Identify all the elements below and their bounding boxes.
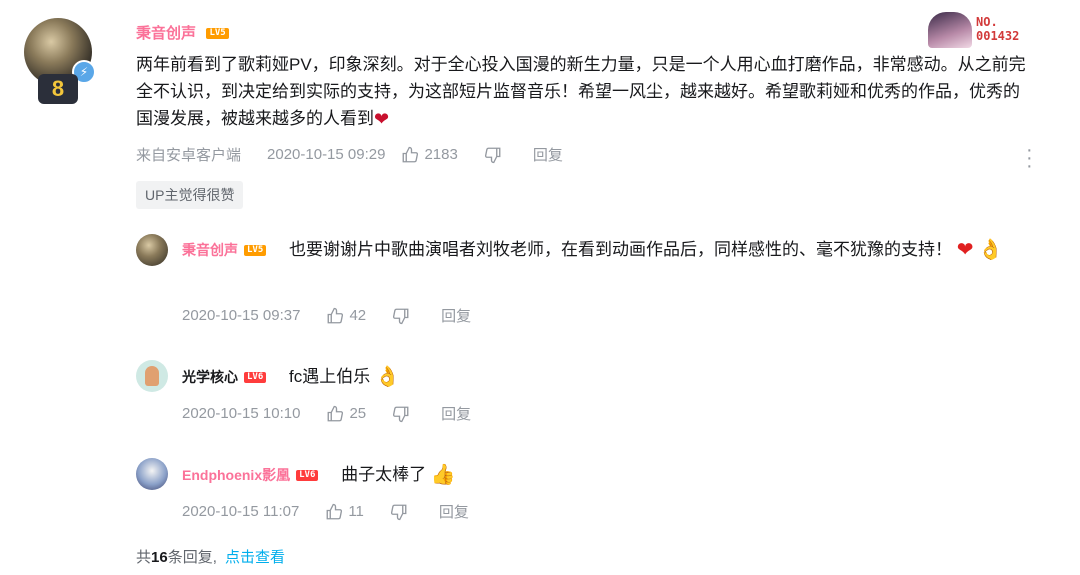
reply-meta: 2020-10-15 10:10 25 回复 [182, 403, 471, 424]
reply-button[interactable]: 回复 [441, 403, 471, 424]
reply-text: 曲子太棒了 [341, 465, 427, 484]
thumb-down-icon [484, 146, 502, 164]
timestamp: 2020-10-15 11:07 [182, 503, 300, 520]
reply-button[interactable]: 回复 [533, 144, 563, 165]
reply-count-footer: 共16条回复, 点击查看 [136, 546, 285, 567]
reply-username[interactable]: 光学核心 [182, 369, 238, 385]
reply-meta: 2020-10-15 11:07 11 回复 [182, 501, 469, 522]
like-count: 2183 [424, 146, 458, 163]
like-button[interactable]: 2183 [401, 146, 458, 164]
comment-meta: 来自安卓客户端 2020-10-15 09:29 2183 回复 [136, 144, 1036, 165]
reply-avatar[interactable] [136, 360, 168, 392]
comment-body: 两年前看到了歌莉娅PV，印象深刻。对于全心投入国漫的新生力量，只是一个人用心血打… [136, 55, 1026, 128]
thumb-down-icon [392, 307, 410, 325]
thumb-up-icon [325, 503, 343, 521]
thumbs-up-emoji-icon: 👍 [430, 464, 456, 487]
reply-content: 秉音创声 LV5 也要谢谢片中歌曲演唱者刘牧老师，在看到动画作品后，同样感性的、毫… [182, 236, 1042, 264]
reply-count-suffix: 条回复, [167, 549, 217, 566]
reply-text: fc遇上伯乐 [289, 367, 371, 386]
reply-text: 也要谢谢片中歌曲演唱者刘牧老师，在看到动画作品后，同样感性的、毫不犹豫的支持！ [289, 240, 952, 259]
timestamp: 2020-10-15 09:37 [182, 307, 301, 324]
user-avatar[interactable]: ⚡ 8 [24, 18, 96, 104]
reply-username[interactable]: Endphoenix影凰 [182, 467, 290, 483]
ok-hand-icon: 👌 [374, 366, 400, 389]
reply-button[interactable]: 回复 [439, 501, 469, 522]
reply-content: Endphoenix影凰 LV6 曲子太棒了 👍 [182, 461, 1042, 489]
like-count: 42 [349, 307, 367, 324]
dislike-button[interactable] [484, 146, 507, 164]
nameplate-label: NO. [976, 15, 998, 29]
thumb-up-icon [326, 405, 344, 423]
reply-avatar[interactable] [136, 458, 168, 490]
comment-header: 秉音创声 LV5 [136, 22, 229, 43]
fan-nameplate[interactable]: NO. 001432 [928, 12, 1028, 48]
like-count: 25 [349, 405, 367, 422]
reply-count-prefix: 共 [136, 549, 152, 566]
dislike-button[interactable] [392, 307, 415, 325]
username[interactable]: 秉音创声 [136, 25, 196, 42]
like-button[interactable]: 25 [326, 405, 366, 423]
reply-username[interactable]: 秉音创声 [182, 242, 238, 258]
heart-icon: ❤ [956, 239, 974, 262]
reply-button[interactable]: 回复 [441, 305, 471, 326]
avatar-frame-icon: 8 [38, 74, 78, 104]
level-badge: LV6 [296, 470, 319, 482]
level-badge: LV5 [244, 245, 267, 257]
reply-content: 光学核心 LV6 fc遇上伯乐 👌 [182, 363, 1042, 391]
comment-text: 两年前看到了歌莉娅PV，印象深刻。对于全心投入国漫的新生力量，只是一个人用心血打… [136, 51, 1036, 133]
dislike-button[interactable] [392, 405, 415, 423]
level-badge: LV6 [244, 372, 267, 384]
source-label: 来自安卓客户端 [136, 147, 242, 164]
like-button[interactable]: 42 [326, 307, 366, 325]
thumb-down-icon [392, 405, 410, 423]
ok-hand-icon: 👌 [978, 239, 1004, 262]
view-all-replies-link[interactable]: 点击查看 [225, 549, 285, 566]
timestamp: 2020-10-15 09:29 [267, 146, 386, 163]
more-options-icon[interactable]: · · · [1026, 140, 1033, 176]
like-button[interactable]: 11 [325, 503, 364, 521]
like-count: 11 [348, 503, 364, 520]
thumb-up-icon [401, 146, 419, 164]
nameplate-character-icon [928, 12, 972, 48]
timestamp: 2020-10-15 10:10 [182, 405, 301, 422]
reply-meta: 2020-10-15 09:37 42 回复 [182, 305, 471, 326]
up-liked-tag: UP主觉得很赞 [136, 181, 244, 209]
avatar-figure-icon [145, 366, 159, 386]
reply-count: 16 [151, 549, 168, 566]
level-badge: LV5 [206, 28, 229, 40]
reply-avatar[interactable] [136, 234, 168, 266]
dislike-button[interactable] [390, 503, 413, 521]
heart-icon: ❤ [374, 109, 390, 130]
thumb-up-icon [326, 307, 344, 325]
thumb-down-icon [390, 503, 408, 521]
nameplate-number: 001432 [976, 29, 1020, 43]
